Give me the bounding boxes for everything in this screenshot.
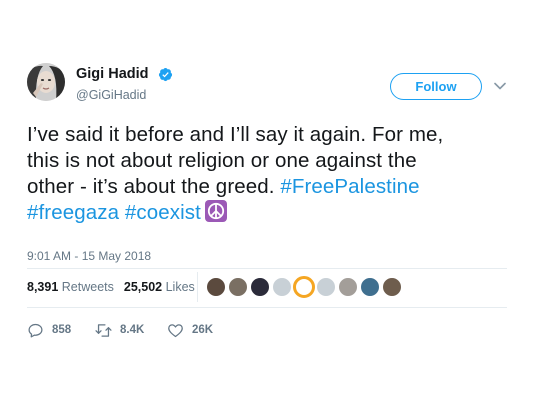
retweet-count: 8.4K [120,324,145,336]
verified-badge-icon [158,67,173,82]
peace-symbol-icon [204,200,227,222]
liker-avatar[interactable] [337,276,359,298]
liker-avatar[interactable] [381,276,403,298]
likes-label[interactable]: Likes [166,280,195,294]
reply-button[interactable]: 858 [27,320,71,340]
divider [197,272,198,302]
liker-avatar[interactable] [205,276,227,298]
hashtag-link[interactable]: #FreePalestine [280,175,419,198]
liker-avatar[interactable] [359,276,381,298]
like-button[interactable]: 26K [167,320,213,340]
like-count: 26K [192,324,214,336]
tweet-text: I’ve said it before and I’ll say it agai… [27,122,517,226]
retweet-icon [95,323,112,337]
tweet-line-text: other - it’s about the greed. [27,175,281,198]
liker-avatar[interactable] [271,276,293,298]
retweet-button[interactable]: 8.4K [95,320,144,340]
user-handle[interactable]: @GiGiHadid [76,88,146,102]
tweet-timestamp[interactable]: 9:01 AM - 15 May 2018 [27,249,151,263]
chevron-down-icon[interactable] [494,82,506,90]
heart-icon [168,323,183,337]
avatar-image [27,63,65,101]
liker-avatar[interactable] [249,276,271,298]
retweets-count[interactable]: 8,391 [27,280,58,294]
liker-avatar[interactable] [293,276,315,298]
display-name[interactable]: Gigi Hadid [76,66,149,82]
tweet-line: I’ve said it before and I’ll say it agai… [27,123,444,146]
hashtag-link[interactable]: #coexist [125,201,201,224]
liker-avatar[interactable] [315,276,337,298]
avatar[interactable] [27,63,65,101]
tweet-line: this is not about religion or one agains… [27,149,417,172]
hashtag-link[interactable]: #freegaza [27,201,119,224]
tweet-line: other - it’s about the greed. #FreePales… [27,174,517,200]
divider [27,307,507,308]
likes-count[interactable]: 25,502 [124,280,162,294]
retweets-label[interactable]: Retweets [62,280,114,294]
tweet-stats: 8,391 Retweets 25,502 Likes [27,280,195,294]
tweet-card: Gigi Hadid @GiGiHadid Follow I’ve said i… [0,0,533,400]
reply-icon [28,323,43,338]
liker-avatar[interactable] [227,276,249,298]
tweet-line: #freegaza #coexist [27,200,517,226]
tweet-actions: 858 8.4K 26K [27,320,327,340]
divider [27,268,507,269]
reply-count: 858 [52,324,72,336]
follow-button[interactable]: Follow [390,73,482,100]
